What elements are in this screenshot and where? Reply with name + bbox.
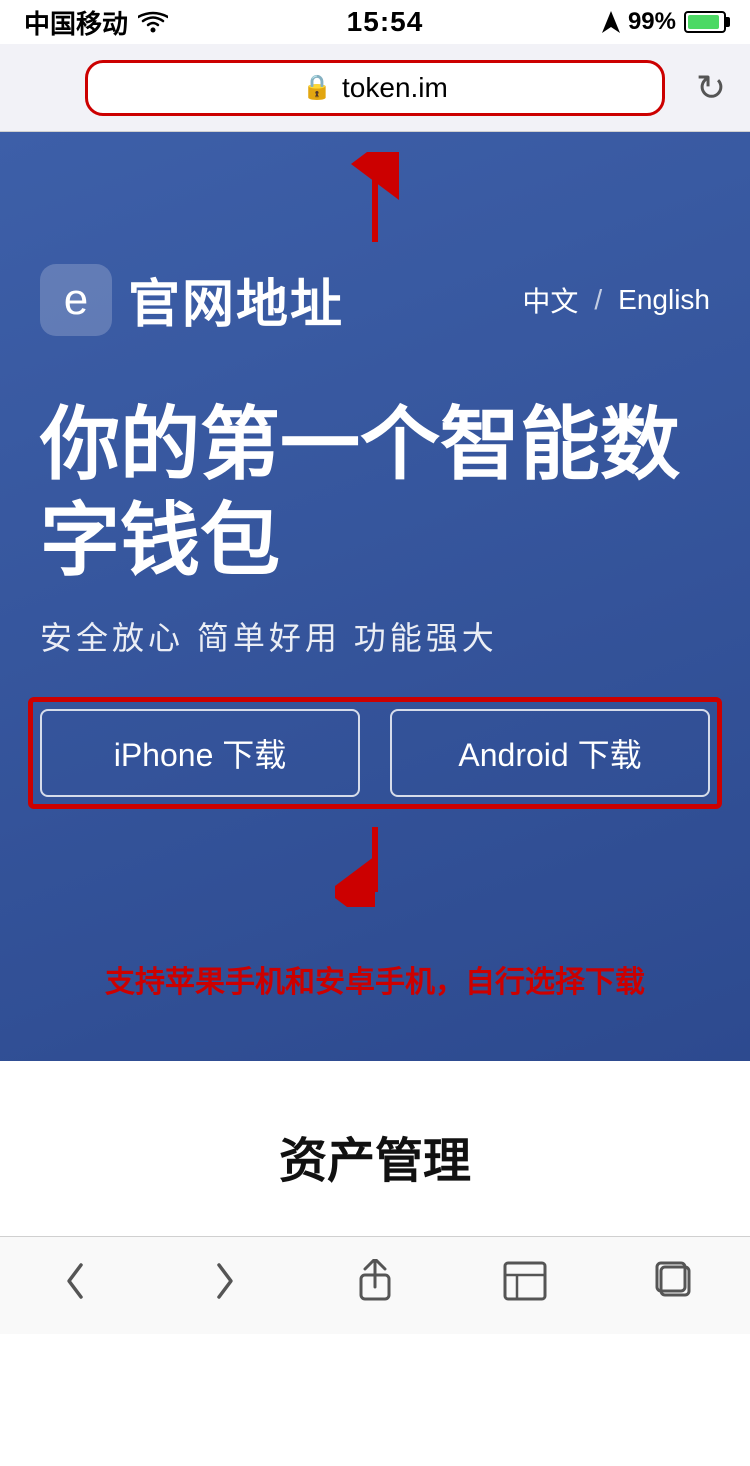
tabs-button[interactable] [635,1241,715,1321]
status-left: 中国移动 [24,4,168,41]
download-section-wrapper: iPhone 下载 Android 下载 [40,709,710,797]
lang-cn-btn[interactable]: 中文 [522,280,578,320]
forward-button[interactable] [185,1241,265,1321]
bookmarks-button[interactable] [485,1241,565,1321]
status-time: 15:54 [347,6,424,38]
status-right: 99% [602,8,726,36]
bottom-nav [0,1236,750,1334]
asset-section-title: 资产管理 [40,1121,710,1191]
hero-subtitle: 安全放心 简单好用 功能强大 [40,613,710,659]
download-arrow-container [40,827,710,907]
battery-fill [688,15,719,29]
battery-icon [684,11,726,33]
logo-area: e 官网地址 [40,262,344,337]
url-text[interactable]: token.im [342,72,448,104]
logo-symbol: e [64,275,88,325]
site-title: 官网地址 [128,262,344,337]
lock-icon: 🔒 [302,73,332,102]
url-arrow-up [335,152,415,242]
share-icon [357,1259,393,1303]
lang-divider: / [594,284,602,316]
hero-title: 你的第一个智能数字钱包 [40,397,710,589]
iphone-download-button[interactable]: iPhone 下载 [40,709,360,797]
url-bar[interactable]: 🔒 token.im [85,60,665,116]
back-button[interactable] [35,1241,115,1321]
hero-section: 你的第一个智能数字钱包 安全放心 简单好用 功能强大 [40,397,710,659]
main-content: e 官网地址 中文 / English 你的第一个智能数字钱包 安全放心 简单好… [0,132,750,1061]
android-download-button[interactable]: Android 下载 [390,709,710,797]
forward-icon [211,1261,239,1301]
download-arrow-down [335,827,415,907]
wifi-icon [138,11,168,33]
bookmarks-icon [503,1261,547,1301]
site-header: e 官网地址 中文 / English [40,262,710,337]
share-button[interactable] [335,1241,415,1321]
download-section: iPhone 下载 Android 下载 [40,709,710,797]
reload-button[interactable]: ↻ [696,67,726,109]
lang-switcher: 中文 / English [522,280,710,320]
annotation-text: 支持苹果手机和安卓手机，自行选择下载 [40,957,710,1001]
lang-en-btn[interactable]: English [618,284,710,316]
carrier-text: 中国移动 [24,4,128,41]
tabs-icon [655,1261,695,1301]
logo-icon: e [40,264,112,336]
battery-percent: 99% [628,8,676,36]
status-bar: 中国移动 15:54 99% [0,0,750,44]
location-icon [602,11,620,33]
nav-bar: 🔒 token.im ↻ [0,44,750,132]
back-icon [61,1261,89,1301]
url-arrow-container [40,152,710,242]
